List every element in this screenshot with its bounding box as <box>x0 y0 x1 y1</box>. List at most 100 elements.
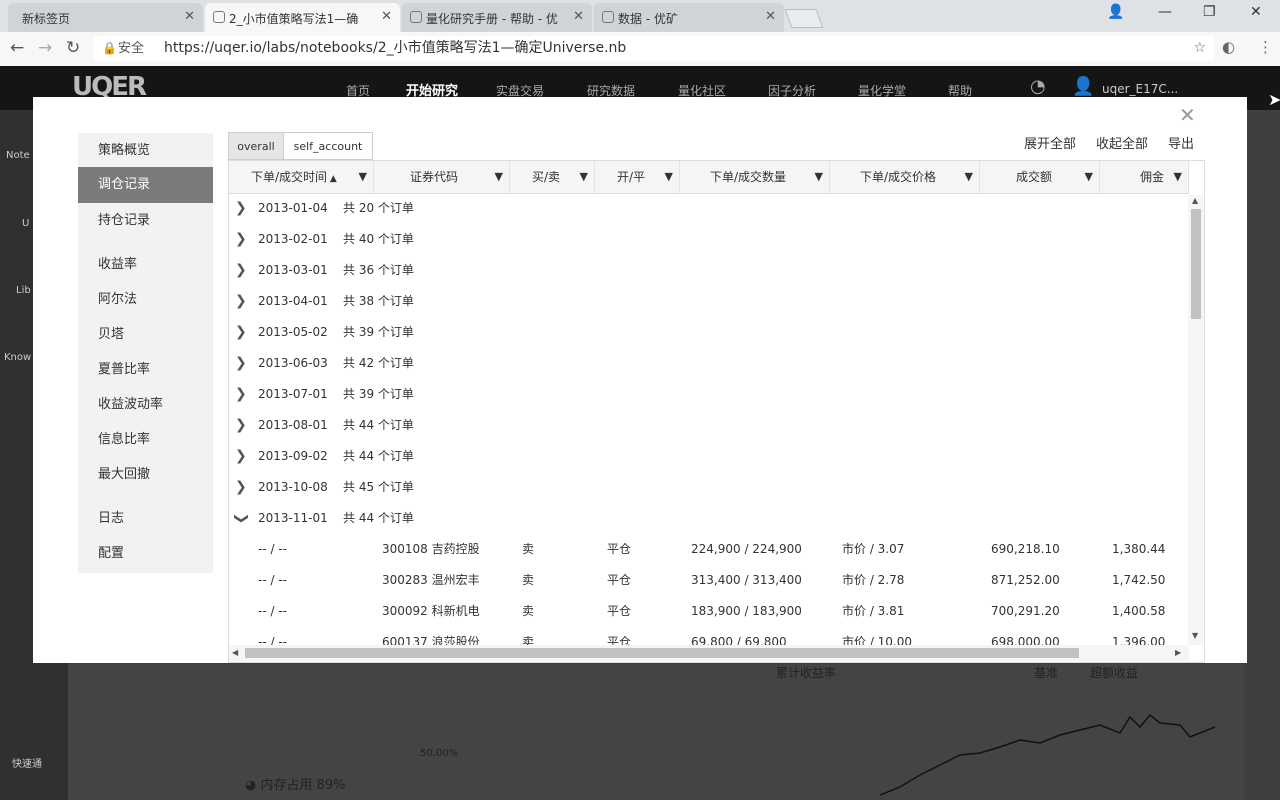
vertical-scroll-thumb[interactable] <box>1191 209 1201 319</box>
expand-all-button[interactable]: 展开全部 <box>1024 133 1076 152</box>
notification-icon[interactable]: ◔ <box>1030 76 1046 97</box>
menu-item-beta[interactable]: 贝塔 <box>78 317 213 353</box>
browser-tab[interactable]: 新标签页 ✕ <box>8 3 203 32</box>
menu-item-positions[interactable]: 持仓记录 <box>78 203 213 239</box>
chevron-right-icon[interactable]: ❯ <box>235 348 247 379</box>
window-close-icon[interactable]: ✕ <box>1250 4 1262 20</box>
menu-item-trades[interactable]: 调仓记录 <box>78 167 213 203</box>
chevron-right-icon[interactable]: ❯ <box>235 472 247 503</box>
order-open-close: 平仓 <box>607 542 632 556</box>
filter-icon[interactable]: ▼ <box>359 161 367 193</box>
filter-icon[interactable]: ▼ <box>495 161 503 193</box>
maximize-icon[interactable]: ❐ <box>1203 4 1216 20</box>
chevron-right-icon[interactable]: ❯ <box>235 317 247 348</box>
reload-icon[interactable]: ↻ <box>66 38 80 58</box>
table-row[interactable]: -- / -- 300092 科新机电 卖 平仓 183,900 / 183,9… <box>229 596 1185 627</box>
chevron-right-icon[interactable]: ❯ <box>235 286 247 317</box>
menu-dots-icon[interactable]: ⋮ <box>1258 38 1273 56</box>
close-icon[interactable]: ✕ <box>184 9 195 24</box>
strip-item[interactable]: U <box>22 218 29 229</box>
close-icon[interactable]: ✕ <box>573 9 584 24</box>
collapse-all-button[interactable]: 收起全部 <box>1096 133 1148 152</box>
menu-item-config[interactable]: 配置 <box>78 536 213 572</box>
menu-item-log[interactable]: 日志 <box>78 501 213 537</box>
browser-tab-active[interactable]: 2_小市值策略写法1—确 ✕ <box>205 3 400 32</box>
scroll-up-icon[interactable]: ▲ <box>1192 196 1198 205</box>
chevron-right-icon[interactable]: ❯ <box>235 255 247 286</box>
group-row[interactable]: ❯ 2013-10-08 共 45 个订单 <box>229 472 1185 503</box>
group-date: 2013-08-01 <box>258 418 328 432</box>
new-tab-button[interactable] <box>784 9 824 28</box>
chevron-right-icon[interactable]: ❯ <box>235 410 247 441</box>
column-header[interactable]: 下单/成交时间 ▲ ▼ <box>229 161 374 193</box>
group-row[interactable]: ❯ 2013-09-02 共 44 个订单 <box>229 441 1185 472</box>
group-row[interactable]: ❯ 2013-04-01 共 38 个订单 <box>229 286 1185 317</box>
menu-item-sharpe[interactable]: 夏普比率 <box>78 352 213 388</box>
close-icon[interactable]: ✕ <box>1179 103 1196 127</box>
table-row[interactable]: -- / -- 300108 吉药控股 卖 平仓 224,900 / 224,9… <box>229 534 1185 565</box>
filter-icon[interactable]: ▼ <box>1085 161 1093 193</box>
menu-item-info-ratio[interactable]: 信息比率 <box>78 422 213 458</box>
column-header[interactable]: 下单/成交数量 ▼ <box>680 161 830 193</box>
tab-overall[interactable]: overall <box>228 132 284 160</box>
scroll-right-icon[interactable]: ▶ <box>1175 648 1181 657</box>
scroll-left-icon[interactable]: ◀ <box>232 648 238 657</box>
back-icon[interactable]: ← <box>10 38 24 58</box>
column-header[interactable]: 证券代码 ▼ <box>374 161 510 193</box>
filter-icon[interactable]: ▼ <box>665 161 673 193</box>
strip-item[interactable]: Note <box>6 150 30 161</box>
browser-tab[interactable]: 数据 - 优矿 ✕ <box>594 3 784 32</box>
menu-item-alpha[interactable]: 阿尔法 <box>78 282 213 318</box>
menu-item-volatility[interactable]: 收益波动率 <box>78 387 213 423</box>
filter-icon[interactable]: ▼ <box>815 161 823 193</box>
strip-item[interactable]: Lib <box>16 285 31 296</box>
url-field[interactable]: 🔒 安全 https://uqer.io/labs/notebooks/2_小市… <box>94 36 1214 61</box>
chevron-right-icon[interactable]: ❯ <box>235 441 247 472</box>
filter-icon[interactable]: ▼ <box>1174 161 1182 193</box>
chevron-right-icon[interactable]: ❯ <box>235 379 247 410</box>
menu-item-max-drawdown[interactable]: 最大回撤 <box>78 457 213 493</box>
column-header[interactable]: 开/平 ▼ <box>595 161 680 193</box>
profile-icon[interactable]: 👤 <box>1107 4 1124 20</box>
group-row[interactable]: ❯ 2013-07-01 共 39 个订单 <box>229 379 1185 410</box>
column-header[interactable]: 成交额 ▼ <box>980 161 1100 193</box>
horizontal-scrollbar[interactable]: ◀ ▶ <box>229 645 1189 661</box>
filter-icon[interactable]: ▼ <box>965 161 973 193</box>
column-header[interactable]: 买/卖 ▼ <box>510 161 595 193</box>
chevron-down-icon[interactable]: ❯ <box>229 513 256 525</box>
group-row-expanded[interactable]: ❯ 2013-11-01 共 44 个订单 <box>229 503 1185 534</box>
filter-icon[interactable]: ▼ <box>580 161 588 193</box>
minimize-icon[interactable]: — <box>1158 4 1172 20</box>
close-icon[interactable]: ✕ <box>381 9 392 24</box>
group-row[interactable]: ❯ 2013-08-01 共 44 个订单 <box>229 410 1185 441</box>
legend-label: 基准 <box>1034 666 1059 680</box>
group-row[interactable]: ❯ 2013-01-04 共 20 个订单 <box>229 193 1185 224</box>
vertical-scrollbar[interactable]: ▲ ▼ <box>1188 195 1204 645</box>
group-row[interactable]: ❯ 2013-06-03 共 42 个订单 <box>229 348 1185 379</box>
close-icon[interactable]: ✕ <box>765 9 776 24</box>
column-header[interactable]: 佣金 ▼ <box>1100 161 1189 193</box>
export-button[interactable]: 导出 <box>1168 133 1194 152</box>
strip-item[interactable]: Know <box>4 352 31 363</box>
username[interactable]: uqer_E17C... <box>1102 82 1178 96</box>
browser-tab[interactable]: 量化研究手册 - 帮助 - 优 ✕ <box>402 3 592 32</box>
group-date: 2013-01-04 <box>258 201 328 215</box>
tab-self-account[interactable]: self_account <box>283 132 373 160</box>
column-header[interactable]: 下单/成交价格 ▼ <box>830 161 980 193</box>
menu-item-returns[interactable]: 收益率 <box>78 247 213 283</box>
chevron-right-icon[interactable]: ❯ <box>235 224 247 255</box>
forward-icon[interactable]: → <box>38 38 52 58</box>
extension-icon[interactable]: ◐ <box>1222 38 1235 56</box>
avatar[interactable]: 👤 <box>1072 76 1094 97</box>
chevron-right-icon[interactable]: ❯ <box>235 193 247 224</box>
horizontal-scroll-thumb[interactable] <box>245 648 1079 658</box>
menu-item-overview[interactable]: 策略概览 <box>78 133 213 169</box>
group-row[interactable]: ❯ 2013-05-02 共 39 个订单 <box>229 317 1185 348</box>
scroll-down-icon[interactable]: ▼ <box>1192 631 1198 640</box>
group-row[interactable]: ❯ 2013-02-01 共 40 个订单 <box>229 224 1185 255</box>
bookmark-star-icon[interactable]: ☆ <box>1193 36 1206 61</box>
group-row[interactable]: ❯ 2013-03-01 共 36 个订单 <box>229 255 1185 286</box>
strip-item[interactable]: 快速通 <box>12 755 42 770</box>
table-row[interactable]: -- / -- 300283 温州宏丰 卖 平仓 313,400 / 313,4… <box>229 565 1185 596</box>
group-count: 共 20 个订单 <box>343 201 414 215</box>
